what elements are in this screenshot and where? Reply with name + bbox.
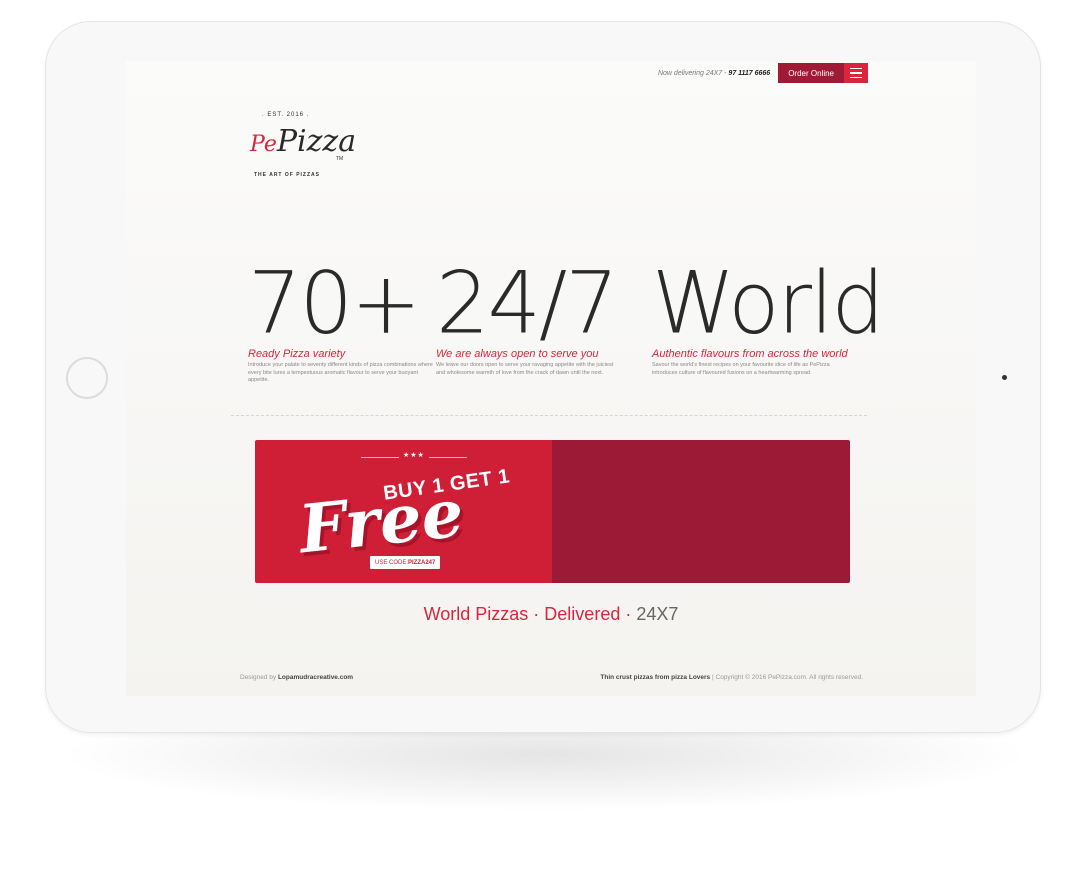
stat-number: World (652, 253, 885, 353)
stats-section: 70+ Ready Pizza variety Introduce your p… (248, 253, 885, 401)
logo-tm: TM (336, 156, 344, 162)
stat-description: Introduce your palate to seventy differe… (248, 362, 433, 383)
promo-banner[interactable]: ★★★ Free BUY 1 GET 1 USE CODE: PIZZA247 (255, 440, 850, 583)
designer-link[interactable]: Lopamudracreative.com (278, 674, 353, 681)
delivered-tagline: World Pizzas · Delivered · 24X7 (423, 604, 679, 624)
website-screen: Now delivering 24X7 - 97 1117 6666 Order… (126, 61, 976, 696)
phone-number[interactable]: 97 1117 6666 (728, 70, 770, 77)
footer-copyright: Thin crust pizzas from pizza Lovers | Co… (600, 674, 863, 681)
camera-dot (1002, 375, 1007, 380)
banner-right-panel (552, 440, 850, 583)
delivery-tagline: Now delivering 24X7 - 97 1117 6666 (657, 69, 771, 77)
logo-subtitle: THE ART OF PIZZAS (254, 172, 320, 178)
banner-stars-line: ★★★ (361, 452, 467, 461)
stat-number: 70+ (248, 253, 421, 353)
star-icon: ★★★ (403, 452, 425, 459)
stat-hours: 24/7 We are always open to serve you We … (436, 253, 621, 377)
order-online-button[interactable]: Order Online (778, 63, 844, 83)
top-bar: Now delivering 24X7 - 97 1117 6666 Order… (658, 63, 868, 83)
stat-description: We leave our doors open to serve your ra… (436, 362, 614, 376)
section-divider (231, 415, 867, 416)
banner-left-panel: ★★★ Free BUY 1 GET 1 USE CODE: PIZZA247 (255, 440, 552, 583)
footer-credit: Designed by Lopamudracreative.com (240, 674, 354, 681)
promo-code-badge: USE CODE: PIZZA247 (370, 556, 441, 569)
footer-slogan: Thin crust pizzas from pizza Lovers (600, 674, 711, 681)
pepizza-logo[interactable]: . EST. 2016 . PePizza TM THE ART OF PIZZ… (248, 108, 356, 183)
stat-number: 24/7 (436, 253, 619, 353)
home-button[interactable] (66, 357, 108, 399)
stat-description: Savour the world's finest recipes on you… (652, 362, 830, 376)
stat-variety: 70+ Ready Pizza variety Introduce your p… (248, 253, 433, 385)
logo-est-text: . EST. 2016 . (262, 112, 310, 118)
stat-world: World Authentic flavours from across the… (652, 253, 885, 377)
logo-script: PePizza (250, 124, 357, 159)
hamburger-menu-icon[interactable] (844, 63, 868, 83)
